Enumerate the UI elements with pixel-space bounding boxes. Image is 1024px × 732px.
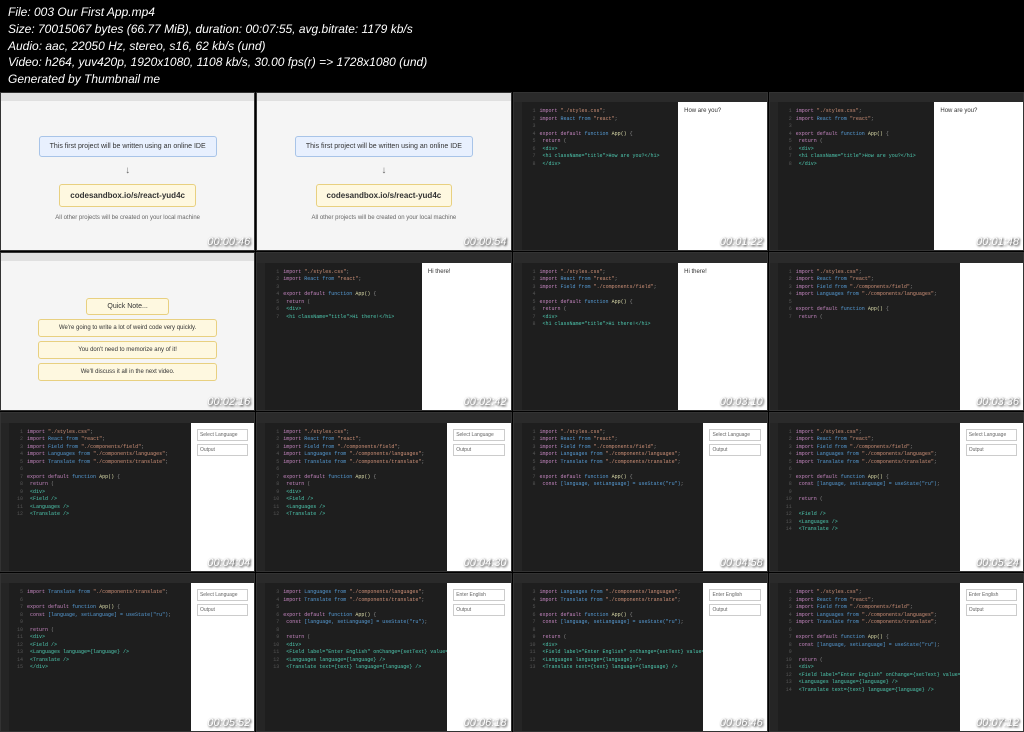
input-label: Enter English [966,589,1017,601]
timestamp: 00:01:22 [720,236,763,248]
code-editor: 1import "./styles.css"; 2import React fr… [265,423,447,571]
quick-note-item: We're going to write a lot of weird code… [38,319,217,337]
thumbnail-14[interactable]: 3import Languages from "./components/lan… [256,573,511,732]
preview-pane: Select Language Output [191,583,254,731]
output-label: Output [966,444,1017,456]
quick-note-item: We'll discuss it all in the next video. [38,363,217,381]
audio-info: Audio: aac, 22050 Hz, stereo, s16, 62 kb… [8,38,1016,55]
preview-pane: How are you? [678,102,767,250]
preview-text: How are you? [940,108,1017,114]
note-text: All other projects will be created on yo… [312,215,457,223]
code-editor: 1import "./styles.css"; 2import React fr… [778,423,960,571]
code-editor: 3import Languages from "./components/lan… [522,583,704,731]
timestamp: 00:04:04 [207,557,250,569]
thumbnail-10[interactable]: 1import "./styles.css"; 2import React fr… [256,412,511,571]
file-name: File: 003 Our First App.mp4 [8,4,1016,21]
thumbnail-9[interactable]: 1import "./styles.css"; 2import React fr… [0,412,255,571]
metadata-header: File: 003 Our First App.mp4 Size: 700150… [0,0,1024,92]
thumbnail-12[interactable]: 1import "./styles.css"; 2import React fr… [769,412,1024,571]
preview-pane: Enter English Output [960,583,1023,731]
thumbnail-3[interactable]: 1import "./styles.css"; 2import React fr… [513,92,768,251]
timestamp: 00:00:46 [207,236,250,248]
video-info: Video: h264, yuv420p, 1920x1080, 1108 kb… [8,54,1016,71]
code-editor: 1import "./styles.css"; 2import React fr… [522,423,704,571]
timestamp: 00:03:10 [720,396,763,408]
timestamp: 00:06:18 [464,717,507,729]
quick-note-title: Quick Note... [86,298,168,315]
info-box: This first project will be written using… [295,136,473,157]
timestamp: 00:02:42 [464,396,507,408]
preview-pane: Select Language Output [191,423,254,571]
preview-text: How are you? [684,108,761,114]
thumbnail-4[interactable]: 1import "./styles.css"; 2import React fr… [769,92,1024,251]
select-label: Select Language [197,589,248,601]
output-label: Output [709,604,760,616]
note-text: All other projects will be created on yo… [55,215,200,223]
preview-pane: Select Language Output [960,423,1023,571]
thumbnail-grid: This first project will be written using… [0,92,1024,732]
arrow-down-icon: ↓ [381,165,386,176]
output-label: Output [197,604,248,616]
thumbnail-16[interactable]: 1import "./styles.css"; 2import React fr… [769,573,1024,732]
preview-pane: How are you? [934,102,1023,250]
thumbnail-6[interactable]: 1import "./styles.css"; 2import React fr… [256,252,511,411]
code-editor: 1import "./styles.css"; 2import React fr… [265,263,422,411]
timestamp: 00:02:16 [207,396,250,408]
thumbnail-13[interactable]: 5import Translate from "./components/tra… [0,573,255,732]
code-editor: 1import "./styles.css"; 2import React fr… [522,263,679,411]
code-editor: 1import "./styles.css"; 2import React fr… [778,263,960,411]
timestamp: 00:04:58 [720,557,763,569]
thumbnail-1[interactable]: This first project will be written using… [0,92,255,251]
select-label: Select Language [197,429,248,441]
preview-pane: Select Language Output [447,423,510,571]
timestamp: 00:05:52 [207,717,250,729]
input-label: Enter English [453,589,504,601]
preview-pane [960,263,1023,411]
file-size: Size: 70015067 bytes (66.77 MiB), durati… [8,21,1016,38]
timestamp: 00:06:46 [720,717,763,729]
code-editor: 3import Languages from "./components/lan… [265,583,447,731]
preview-pane: Hi there! [678,263,767,411]
preview-pane: Enter English Output [447,583,510,731]
url-box: codesandbox.io/s/react-yud4c [59,184,196,207]
code-editor: 1import "./styles.css"; 2import React fr… [778,583,960,731]
output-label: Output [709,444,760,456]
code-editor: 5import Translate from "./components/tra… [9,583,191,731]
thumbnail-2[interactable]: This first project will be written using… [256,92,511,251]
generator-info: Generated by Thumbnail me [8,71,1016,88]
output-label: Output [453,604,504,616]
thumbnail-5[interactable]: Quick Note... We're going to write a lot… [0,252,255,411]
arrow-down-icon: ↓ [125,165,130,176]
thumbnail-15[interactable]: 3import Languages from "./components/lan… [513,573,768,732]
output-label: Output [966,604,1017,616]
input-label: Enter English [709,589,760,601]
code-editor: 1import "./styles.css"; 2import React fr… [778,102,935,250]
timestamp: 00:00:54 [464,236,507,248]
quick-note-item: You don't need to memorize any of it! [38,341,217,359]
code-editor: 1import "./styles.css"; 2import React fr… [522,102,679,250]
preview-pane: Select Language Output [703,423,766,571]
select-label: Select Language [453,429,504,441]
timestamp: 00:01:48 [976,236,1019,248]
select-label: Select Language [966,429,1017,441]
output-label: Output [453,444,504,456]
timestamp: 00:03:36 [976,396,1019,408]
preview-pane: Enter English Output [703,583,766,731]
preview-text: Hi there! [684,269,761,275]
preview-text: Hi there! [428,269,505,275]
thumbnail-7[interactable]: 1import "./styles.css"; 2import React fr… [513,252,768,411]
timestamp: 00:04:30 [464,557,507,569]
url-box: codesandbox.io/s/react-yud4c [316,184,453,207]
select-label: Select Language [709,429,760,441]
preview-pane: Hi there! [422,263,511,411]
code-editor: 1import "./styles.css"; 2import React fr… [9,423,191,571]
timestamp: 00:05:24 [976,557,1019,569]
timestamp: 00:07:12 [976,717,1019,729]
info-box: This first project will be written using… [39,136,217,157]
thumbnail-8[interactable]: 1import "./styles.css"; 2import React fr… [769,252,1024,411]
output-label: Output [197,444,248,456]
thumbnail-11[interactable]: 1import "./styles.css"; 2import React fr… [513,412,768,571]
